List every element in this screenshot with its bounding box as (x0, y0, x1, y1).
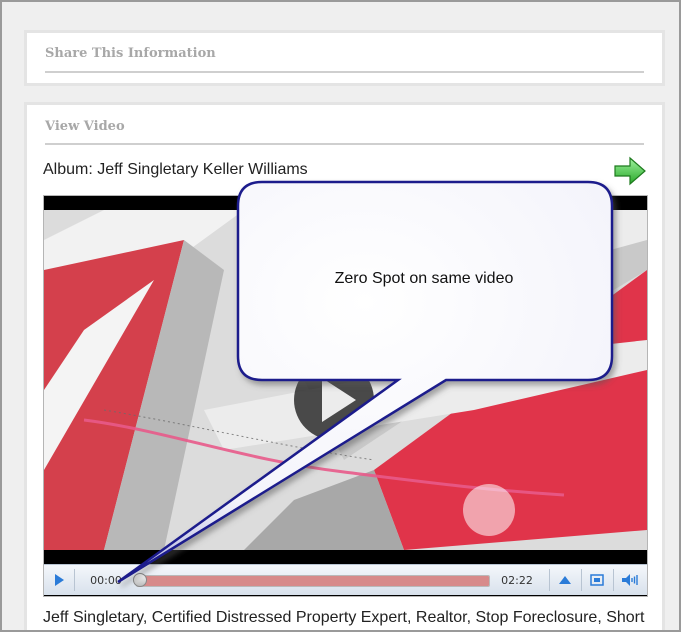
volume-button[interactable] (614, 565, 646, 595)
buffer-bar (137, 576, 489, 586)
controls-separator (74, 569, 75, 591)
play-icon (55, 574, 64, 586)
player-controls: 00:00 02:22 (44, 564, 647, 595)
current-time: 00:00 (90, 573, 122, 587)
play-button[interactable] (44, 565, 74, 595)
share-panel-title: Share This Information (45, 46, 216, 61)
share-panel: Share This Information (24, 30, 665, 86)
speaker-icon (622, 574, 638, 586)
share-panel-divider (45, 71, 644, 73)
progress-knob[interactable] (133, 573, 147, 587)
progress-track[interactable] (136, 575, 490, 587)
video-player[interactable]: 00:00 02:22 (43, 195, 648, 597)
fullscreen-icon (590, 574, 604, 586)
video-frame[interactable] (44, 210, 647, 550)
window-frame: Share This Information View Video Album:… (0, 0, 681, 632)
video-panel-divider (45, 143, 644, 145)
video-description: Jeff Singletary, Certified Distressed Pr… (43, 609, 645, 626)
callout-text: Zero Spot on same video (334, 270, 514, 287)
duration: 02:22 (501, 573, 533, 587)
video-panel-title: View Video (45, 119, 125, 134)
green-arrow-right-icon[interactable] (613, 155, 647, 187)
video-panel: View Video Album: Jeff Singletary Keller… (24, 102, 665, 630)
triangle-up-icon (559, 576, 571, 584)
fullscreen-button[interactable] (582, 565, 612, 595)
menu-up-button[interactable] (550, 565, 580, 595)
album-title: Album: Jeff Singletary Keller Williams (43, 161, 308, 178)
video-thumbnail (44, 210, 647, 550)
